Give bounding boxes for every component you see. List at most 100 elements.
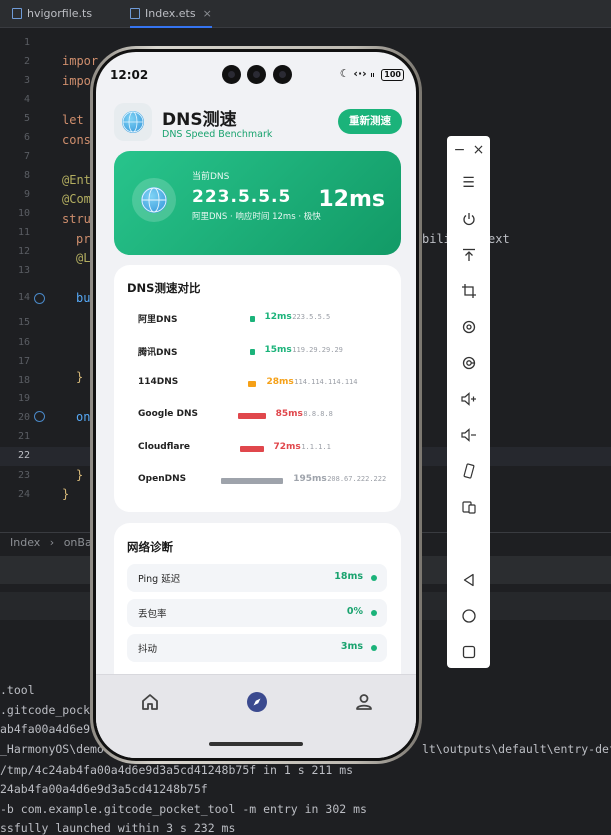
- dns-compare-card: DNS测速对比 阿里DNS 12ms 223.5.5.5 腾讯DNS 15ms 119.2…: [114, 265, 401, 512]
- code-token: stru: [62, 212, 91, 226]
- close-icon[interactable]: ×: [469, 140, 488, 159]
- code-token: }: [62, 487, 70, 501]
- globe-icon: [141, 187, 167, 213]
- file-icon: [130, 8, 140, 19]
- line-number: 20: [17, 412, 30, 423]
- diagnosis-value: 0%: [346, 606, 363, 617]
- line-number: 9: [23, 189, 30, 200]
- code-token: @Com: [62, 192, 91, 206]
- signal-icon: ₗₗ: [370, 70, 375, 80]
- line-number: 15: [17, 317, 30, 328]
- dns-latency: 85ms: [275, 409, 303, 419]
- line-number: 18: [17, 375, 30, 386]
- dns-compare-row: Cloudflare 72ms 1.1.1.1: [114, 439, 401, 459]
- chevron-right-icon: ›: [49, 536, 55, 549]
- line-number: 5: [23, 113, 30, 124]
- latency-bar: [247, 381, 257, 387]
- dns-latency: 12ms: [264, 312, 292, 322]
- line-number: 16: [17, 337, 30, 348]
- camera-lens-icon: [247, 65, 266, 84]
- home-icon[interactable]: [137, 689, 163, 715]
- person-icon[interactable]: [351, 689, 377, 715]
- power-icon[interactable]: [459, 209, 478, 228]
- dns-ip: 114.114.114.114: [294, 378, 358, 386]
- diagnosis-value: 18ms: [334, 571, 363, 582]
- camera-lens-icon: [222, 65, 241, 84]
- dns-latency: 28ms: [266, 377, 294, 387]
- dns-ip: 1.1.1.1: [301, 443, 331, 451]
- home-circle-icon[interactable]: [459, 606, 478, 625]
- editor-tab-bar: hvigorfile.ts Index.ets ×: [0, 0, 611, 28]
- line-number: 22: [17, 450, 30, 461]
- breadcrumb-item[interactable]: Index: [10, 536, 40, 549]
- code-token: pr: [76, 232, 91, 246]
- rotate-icon[interactable]: [459, 317, 478, 336]
- line-number: 14: [17, 292, 30, 303]
- globe-badge: [132, 178, 176, 222]
- compass-icon[interactable]: [244, 689, 270, 715]
- code-token: cons: [62, 133, 91, 147]
- diagnosis-value: 3ms: [340, 641, 363, 652]
- latency-bar: [249, 349, 255, 355]
- current-dns-ip: 223.5.5.5: [192, 187, 292, 207]
- dns-compare-row: 阿里DNS 12ms 223.5.5.5: [114, 309, 401, 329]
- line-number: 4: [23, 94, 30, 105]
- close-tab-icon[interactable]: ×: [203, 7, 212, 20]
- tab-hvigorfile[interactable]: hvigorfile.ts: [12, 0, 92, 28]
- dns-ip: 8.8.8.8: [303, 410, 333, 418]
- dns-name: Cloudflare: [138, 442, 191, 452]
- line-number: 2: [23, 56, 30, 67]
- app-logo: [114, 103, 152, 141]
- code-token: on: [76, 410, 91, 424]
- minimize-icon[interactable]: −: [450, 140, 469, 159]
- dns-latency: 15ms: [264, 345, 292, 355]
- line-number: 7: [23, 151, 30, 162]
- log-line: ab4fa00a4d6e9: [0, 722, 91, 736]
- recent-square-icon[interactable]: [459, 642, 478, 661]
- line-number: 17: [17, 356, 30, 367]
- menu-icon[interactable]: ☰: [459, 173, 478, 192]
- page-title: DNS测速: [162, 110, 237, 130]
- diagnosis-row-packet-loss: 丢包率 0%: [127, 599, 387, 627]
- section-title: DNS测速对比: [127, 281, 201, 295]
- page-subtitle: DNS Speed Benchmark: [162, 129, 273, 140]
- home-indicator[interactable]: [209, 742, 303, 746]
- line-number: 12: [17, 246, 30, 257]
- back-icon[interactable]: [459, 570, 478, 589]
- battery-icon: 100: [381, 69, 404, 81]
- location-icon[interactable]: [459, 353, 478, 372]
- line-number: 10: [17, 208, 30, 219]
- line-number: 23: [17, 470, 30, 481]
- dns-name: 阿里DNS: [138, 315, 178, 325]
- fold-icon[interactable]: [459, 497, 478, 516]
- code-token: }: [76, 468, 84, 482]
- log-line: -b com.example.gitcode_pocket_tool -m en…: [0, 802, 367, 816]
- line-number: 3: [23, 75, 30, 86]
- current-dns-latency: 12ms: [318, 187, 385, 212]
- dns-compare-row: 腾讯DNS 15ms 119.29.29.29: [114, 342, 401, 362]
- log-line: 24ab4fa00a4d6e9d3a5cd41248b75f: [0, 782, 208, 796]
- current-dns-label: 当前DNS: [192, 172, 230, 182]
- volume-down-icon[interactable]: [459, 425, 478, 444]
- log-line: .tool: [0, 683, 35, 697]
- bottom-tab-bar: [96, 674, 416, 758]
- moon-icon: ☾: [339, 67, 350, 80]
- data-arrows-icon: ‹·›: [353, 67, 367, 80]
- shake-icon[interactable]: [459, 461, 478, 480]
- line-number: 8: [23, 170, 30, 181]
- latency-bar: [240, 446, 264, 452]
- override-gutter-icon[interactable]: [34, 411, 45, 422]
- override-gutter-icon[interactable]: [34, 293, 45, 304]
- code-token: bu: [76, 291, 91, 305]
- line-number: 11: [17, 227, 30, 238]
- dns-compare-row: OpenDNS 195ms 208.67.222.222: [114, 471, 401, 491]
- status-dot: [371, 575, 377, 581]
- volume-up-icon[interactable]: [459, 389, 478, 408]
- line-number: 1: [23, 37, 30, 48]
- pin-top-icon[interactable]: [459, 245, 478, 264]
- file-icon: [12, 8, 22, 19]
- status-time: 12:02: [110, 68, 149, 82]
- retest-button[interactable]: 重新测速: [338, 109, 402, 134]
- tab-index-ets[interactable]: Index.ets ×: [130, 0, 212, 28]
- crop-icon[interactable]: [459, 281, 478, 300]
